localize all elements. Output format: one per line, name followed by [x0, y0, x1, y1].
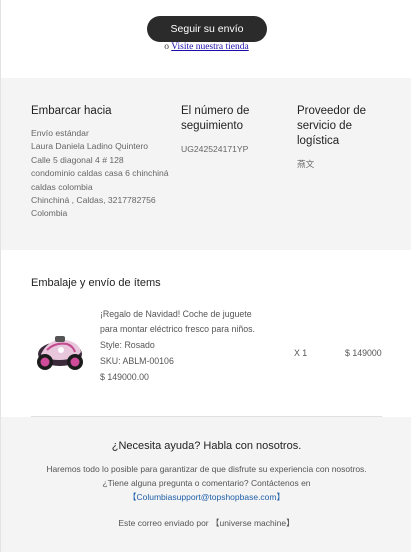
product-sku: SKU: ABLM-00106	[100, 356, 174, 366]
help-title: ¿Necesita ayuda? Habla con nosotros.	[111, 440, 302, 452]
tracking-number-column: El número de seguimiento UG242524171YP	[181, 104, 281, 156]
store-link-line: o Visite nuestra tienda	[1, 42, 411, 52]
tracking-number: UG242524171YP	[181, 144, 249, 154]
carrier-name: 燕文	[297, 159, 315, 169]
visit-store-link[interactable]: Visite nuestra tienda	[171, 42, 249, 52]
product-unit-price: $ 149000.00	[100, 372, 149, 382]
address-line-3: caldas colombia	[31, 181, 93, 192]
carrier-title: Proveedor de servicio de logística	[297, 105, 367, 147]
ship-to-title: Embarcar hacia	[31, 105, 112, 117]
carrier-column: Proveedor de servicio de logística 燕文	[297, 104, 397, 171]
tracking-number-title: El número de seguimiento	[181, 105, 250, 132]
or-text: o	[164, 42, 169, 52]
city-state-phone: Chinchiná , Caldas, 3217782756	[31, 195, 156, 206]
country: Colombia	[31, 208, 68, 219]
ship-method: Envío estándar	[31, 128, 89, 138]
help-section: ¿Necesita ayuda? Habla con nosotros. Har…	[1, 417, 411, 552]
address-line-1: Calle 5 diagonal 4 # 128	[31, 154, 124, 165]
shipping-info-section: Embarcar hacia Envío estándar Laura Dani…	[1, 78, 411, 250]
pink-ride-on-toy-car-icon	[37, 336, 83, 370]
help-message: Haremos todo lo posible para garantizar …	[41, 462, 372, 504]
product-name: ¡Regalo de Navidad! Coche de juguete par…	[100, 309, 255, 334]
product-total: $ 149000	[345, 348, 382, 358]
help-message-text: Haremos todo lo posible para garantizar …	[46, 464, 367, 488]
track-shipment-button[interactable]: Seguir su envío	[147, 16, 267, 42]
product-details: ¡Regalo de Navidad! Coche de juguete par…	[100, 307, 265, 385]
product-style: Style: Rosado	[100, 340, 155, 350]
sent-by-text: Este correo enviado por 【universe machin…	[118, 518, 295, 528]
items-title: Embalaje y envío de ítems	[31, 277, 161, 289]
items-section: Embalaje y envío de ítems ¡Regalo de Nav…	[1, 250, 411, 417]
tracking-header: Seguir su envío o Visite nuestra tienda	[1, 0, 411, 78]
recipient-name: Laura Daniela Ladino Quintero	[31, 141, 149, 152]
ship-to-column: Embarcar hacia Envío estándar Laura Dani…	[31, 104, 181, 221]
email-frame: Seguir su envío o Visite nuestra tienda …	[0, 0, 411, 552]
support-email-link[interactable]: 【Columbiasupport@topshopbase.com】	[128, 492, 285, 502]
address-line-2: condominio caldas casa 6 chinchiná	[31, 168, 169, 179]
product-quantity: X 1	[294, 348, 308, 358]
